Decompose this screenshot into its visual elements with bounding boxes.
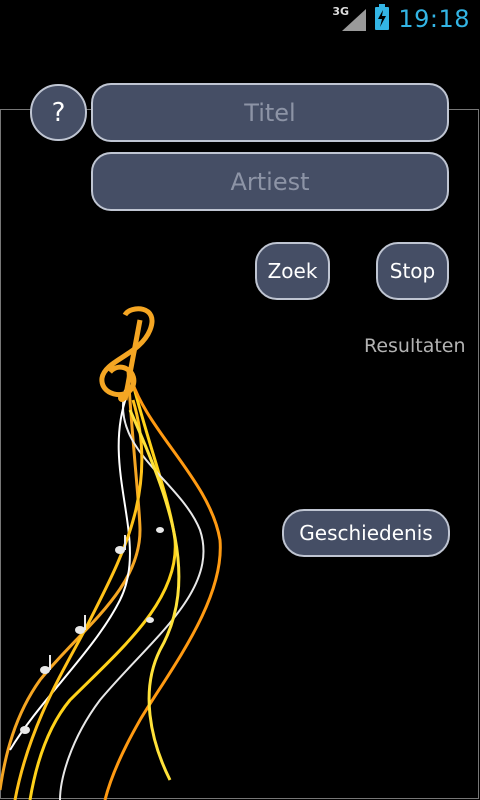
results-label: Resultaten: [364, 335, 466, 357]
artist-input[interactable]: [91, 152, 449, 211]
clock: 19:18: [398, 5, 470, 33]
signal-3g-icon: 3G: [332, 5, 367, 31]
stop-button[interactable]: Stop: [376, 242, 449, 300]
history-button[interactable]: Geschiedenis: [282, 509, 450, 557]
search-button[interactable]: Zoek: [255, 242, 330, 300]
help-button[interactable]: ?: [30, 84, 87, 141]
status-bar: 3G 19:18: [0, 0, 480, 38]
battery-charging-icon: [374, 3, 390, 35]
music-notes-decoration-icon: [0, 306, 222, 800]
title-input[interactable]: [91, 83, 449, 142]
